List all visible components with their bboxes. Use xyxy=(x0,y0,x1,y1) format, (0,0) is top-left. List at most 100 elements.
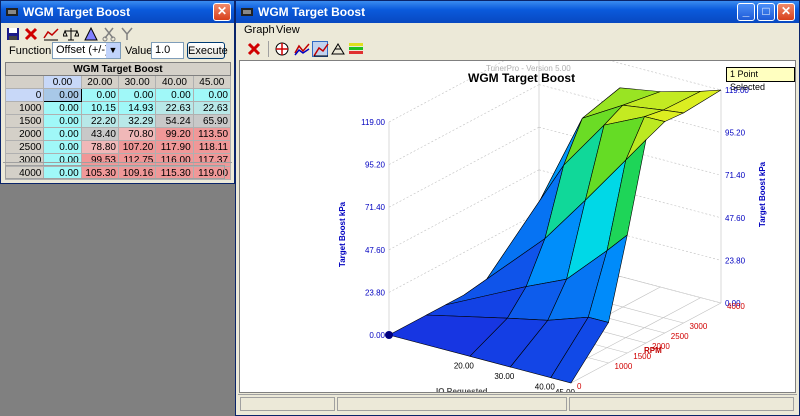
delete-icon[interactable] xyxy=(23,26,39,42)
status-cell xyxy=(5,165,225,179)
maximize-button[interactable]: □ xyxy=(757,3,775,21)
grid-cell[interactable]: 22.20 xyxy=(80,114,119,128)
grid-cell[interactable]: 65.90 xyxy=(192,114,232,128)
table-statusbar xyxy=(3,162,232,181)
graph-canvas[interactable]: 0.00 0.00 23.80 23.80 47.60 47.60 71.40 71.40 95… xyxy=(239,60,796,393)
y-tick-label: 0 xyxy=(577,382,582,391)
grid-cell[interactable]: 0.00 xyxy=(43,140,82,154)
value-input[interactable]: 1.0 xyxy=(151,42,184,59)
delete-icon[interactable] xyxy=(246,41,262,57)
menu-view[interactable]: View xyxy=(276,24,300,36)
move-icon[interactable] xyxy=(274,41,290,57)
surface-graph-icon[interactable] xyxy=(312,41,329,57)
z-tick-label: 71.40 xyxy=(365,203,386,212)
table-window-titlebar[interactable]: WGM Target Boost ✕ xyxy=(1,1,234,23)
grid-cell[interactable]: 54.24 xyxy=(155,114,194,128)
x-tick-label: 40.00 xyxy=(535,383,556,392)
graph-menubar: Graph View xyxy=(238,23,797,39)
grid-cell[interactable]: 0.00 xyxy=(155,88,194,102)
balance-icon[interactable] xyxy=(63,26,79,42)
grid-cell[interactable]: 0.00 xyxy=(43,88,82,102)
table-row: 1000 0.00 10.15 14.93 22.63 22.63 xyxy=(4,101,232,115)
x-tick-label: 30.00 xyxy=(494,372,515,381)
grid-column-header[interactable]: 0.00 xyxy=(43,75,82,89)
grid-row-header[interactable]: 1000 xyxy=(4,101,45,115)
z-tick-label: 47.60 xyxy=(365,246,386,255)
grid-column-header[interactable]: 30.00 xyxy=(117,75,157,89)
status-cell xyxy=(337,397,567,411)
grid-corner xyxy=(4,75,45,89)
graph-window: WGM Target Boost _ □ ✕ Graph View 0.00 0.… xyxy=(235,0,800,416)
grid-cell[interactable]: 99.20 xyxy=(155,127,194,141)
y-tick-label: 4000 xyxy=(727,302,745,311)
grid-cell[interactable]: 10.15 xyxy=(80,101,119,115)
grid-row-header[interactable]: 1500 xyxy=(4,114,45,128)
z-tick-label: 119.00 xyxy=(361,118,385,127)
grid-cell[interactable]: 43.40 xyxy=(80,127,119,141)
grid-column-header[interactable]: 45.00 xyxy=(192,75,232,89)
grid-column-header[interactable]: 40.00 xyxy=(155,75,194,89)
grid-cell[interactable]: 0.00 xyxy=(80,88,119,102)
color-map-icon[interactable] xyxy=(348,41,364,57)
gridline xyxy=(388,126,540,208)
graph-window-titlebar[interactable]: WGM Target Boost _ □ ✕ xyxy=(236,1,799,23)
y-tick-label: 1000 xyxy=(615,362,633,371)
table-row: 1500 0.00 22.20 32.29 54.24 65.90 xyxy=(4,114,232,128)
z-axis-label-left: Target Boost kPa xyxy=(338,201,347,267)
grid-cell[interactable]: 70.80 xyxy=(117,127,157,141)
grid-cell[interactable]: 0.00 xyxy=(43,127,82,141)
grid-cell[interactable]: 117.90 xyxy=(155,140,194,154)
z-tick-label: 95.20 xyxy=(365,161,386,170)
chevron-down-icon[interactable]: ▼ xyxy=(106,43,120,58)
graph-statusbar xyxy=(238,394,797,413)
menu-graph[interactable]: Graph xyxy=(244,24,275,36)
grid-cell[interactable]: 0.00 xyxy=(117,88,157,102)
x-tick-label: 20.00 xyxy=(454,361,475,370)
grid-column-header[interactable]: 20.00 xyxy=(80,75,119,89)
grid-cell[interactable]: 113.50 xyxy=(192,127,232,141)
grid-cell[interactable]: 0.00 xyxy=(43,114,82,128)
filter-icon[interactable] xyxy=(119,26,135,42)
grid-cell[interactable]: 107.20 xyxy=(117,140,157,154)
function-label: Function: xyxy=(9,45,55,57)
table-toolbar xyxy=(3,24,232,44)
grid-cell[interactable]: 14.93 xyxy=(117,101,157,115)
graph-icon[interactable] xyxy=(43,26,59,42)
function-select[interactable]: Offset (+/-) ▼ xyxy=(52,42,121,59)
minimize-button[interactable]: _ xyxy=(737,3,755,21)
grid-cell[interactable]: 78.80 xyxy=(80,140,119,154)
grid-row-header[interactable]: 0 xyxy=(4,88,45,102)
z-tick-label: 47.60 xyxy=(725,214,746,223)
grid-row-header[interactable]: 2500 xyxy=(4,140,45,154)
surface-chart[interactable]: 0.000.0023.8023.8047.6047.6071.4071.4095… xyxy=(240,61,795,392)
graph-toolbar xyxy=(238,39,797,59)
wireframe-icon[interactable] xyxy=(330,41,346,57)
table-window-close-button[interactable]: ✕ xyxy=(213,3,231,21)
table-row: 2000 0.00 43.40 70.80 99.20 113.50 xyxy=(4,127,232,141)
y-axis-label: RPM xyxy=(644,346,662,355)
grid-cell[interactable]: 32.29 xyxy=(117,114,157,128)
line-graph-icon[interactable] xyxy=(294,41,310,57)
graph-window-title: WGM Target Boost xyxy=(258,5,366,19)
z-tick-label: 0.00 xyxy=(369,331,385,340)
graph-window-close-button[interactable]: ✕ xyxy=(777,3,795,21)
z-tick-label: 23.80 xyxy=(725,256,746,265)
save-icon[interactable] xyxy=(5,26,21,42)
grid-cell[interactable]: 0.00 xyxy=(43,101,82,115)
interpolate-icon[interactable] xyxy=(83,26,99,42)
table-row: 2500 0.00 78.80 107.20 117.90 118.11 xyxy=(4,140,232,154)
grid-cell[interactable]: 118.11 xyxy=(192,140,232,154)
table-row: 0 0.00 0.00 0.00 0.00 0.00 xyxy=(4,88,232,102)
grid-cell[interactable]: 0.00 xyxy=(192,88,232,102)
cut-icon[interactable] xyxy=(101,26,117,42)
grid-title: WGM Target Boost xyxy=(5,62,231,76)
table-window-title: WGM Target Boost xyxy=(23,5,131,19)
selection-badge: 1 Point Selected xyxy=(726,67,795,92)
grid-row-header[interactable]: 2000 xyxy=(4,127,45,141)
app-icon xyxy=(241,8,253,16)
execute-button[interactable]: Execute xyxy=(187,42,228,59)
selected-point xyxy=(385,331,393,339)
grid-cell[interactable]: 22.63 xyxy=(192,101,232,115)
grid-cell[interactable]: 22.63 xyxy=(155,101,194,115)
grid-header-row: 0.00 20.00 30.00 40.00 45.00 xyxy=(4,75,232,89)
